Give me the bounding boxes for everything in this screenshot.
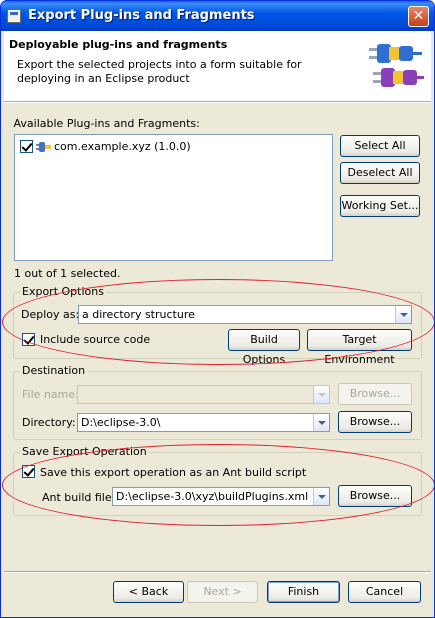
- export-options-legend: Export Options: [20, 285, 106, 298]
- save-script-checkbox[interactable]: [22, 465, 35, 478]
- select-all-button[interactable]: Select All: [340, 135, 420, 157]
- save-script-label: Save this export operation as an Ant bui…: [40, 466, 307, 479]
- ant-browse-button[interactable]: Browse...: [338, 485, 412, 507]
- next-button: Next >: [187, 581, 258, 603]
- build-options-button[interactable]: Build Options: [228, 329, 300, 366]
- file-name-select: [77, 385, 330, 404]
- plugin-list[interactable]: com.example.xyz (1.0.0): [14, 134, 333, 261]
- footer-separator: [4, 571, 431, 573]
- plugin-icon: [36, 142, 51, 152]
- list-item[interactable]: com.example.xyz (1.0.0): [20, 140, 220, 155]
- chevron-down-icon[interactable]: [395, 306, 411, 323]
- item-checkbox[interactable]: [20, 140, 33, 153]
- deploy-as-label: Deploy as:: [21, 308, 80, 321]
- window-icon: [7, 9, 21, 23]
- ant-file-select[interactable]: D:\eclipse-3.0\xyz\buildPlugins.xml: [112, 487, 330, 506]
- deploy-as-value: a directory structure: [82, 308, 195, 321]
- include-source-checkbox[interactable]: [22, 333, 35, 346]
- page-description: Export the selected projects into a form…: [17, 58, 302, 85]
- chevron-down-icon: [313, 386, 329, 403]
- directory-label: Directory:: [22, 416, 76, 429]
- ant-file-value: D:\eclipse-3.0\xyz\buildPlugins.xml: [116, 490, 309, 503]
- header-separator: [4, 101, 431, 103]
- plugin-banner-icon: [369, 44, 424, 87]
- back-button[interactable]: < Back: [113, 581, 184, 603]
- directory-select[interactable]: D:\eclipse-3.0\: [77, 413, 330, 432]
- directory-browse-button[interactable]: Browse...: [338, 411, 412, 433]
- item-label: com.example.xyz (1.0.0): [54, 140, 191, 153]
- deselect-all-button[interactable]: Deselect All: [340, 162, 420, 184]
- deploy-as-select[interactable]: a directory structure: [78, 305, 412, 324]
- destination-legend: Destination: [20, 364, 88, 377]
- save-export-legend: Save Export Operation: [20, 445, 149, 458]
- available-label: AAvailable Plug-ins and Fragments:: [13, 117, 200, 130]
- wizard-header: Deployable plug-ins and fragments Export…: [4, 31, 431, 101]
- working-set-button[interactable]: Working Set...: [340, 195, 420, 217]
- file-name-label: File name:: [22, 388, 79, 401]
- chevron-down-icon[interactable]: [313, 488, 329, 505]
- target-environment-button[interactable]: Target Environment: [307, 329, 412, 366]
- page-title: Deployable plug-ins and fragments: [9, 38, 228, 51]
- include-source-label: Include source code: [40, 333, 151, 346]
- chevron-down-icon[interactable]: [313, 414, 329, 431]
- finish-button[interactable]: Finish: [267, 581, 340, 603]
- ant-file-label: Ant build file:: [42, 491, 116, 504]
- export-dialog: Export Plug-ins and Fragments ✕ Deployab…: [0, 0, 435, 618]
- close-button[interactable]: ✕: [408, 6, 429, 27]
- window-title: Export Plug-ins and Fragments: [28, 8, 255, 23]
- file-browse-button: Browse...: [338, 383, 412, 405]
- selection-status: 1 out of 1 selected.: [14, 267, 121, 280]
- available-label-text: Available Plug-ins and Fragments:: [13, 117, 200, 130]
- title-bar: Export Plug-ins and Fragments ✕: [1, 1, 434, 31]
- directory-value: D:\eclipse-3.0\: [81, 416, 161, 429]
- close-icon: ✕: [412, 8, 425, 24]
- cancel-button[interactable]: Cancel: [348, 581, 421, 603]
